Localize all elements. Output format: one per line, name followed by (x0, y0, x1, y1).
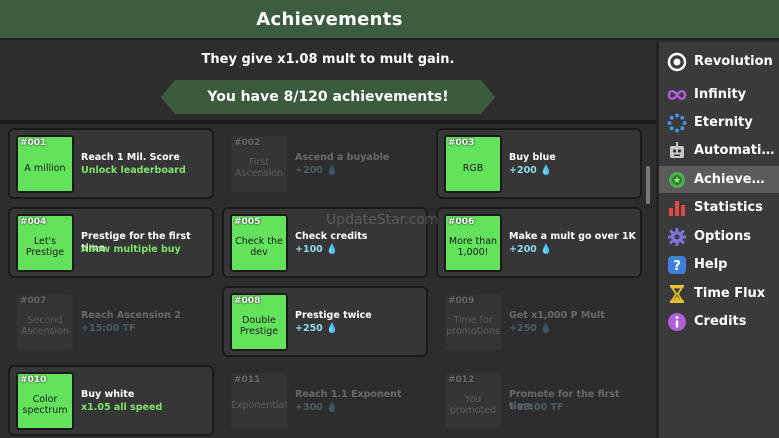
info-icon (667, 312, 687, 332)
achievement-desc: Buy white (81, 389, 135, 400)
achievement-card[interactable]: #011 Exponential Reach 1.1 Exponent +300… (222, 365, 428, 436)
infinity-icon (667, 85, 687, 105)
hourglass-icon (667, 284, 687, 304)
achievement-card[interactable]: #007 Second Ascension Reach Ascension 2 … (8, 286, 214, 357)
robot-icon (667, 141, 687, 161)
achievement-badge: #009 Time for promotions (444, 293, 502, 351)
app-window: Achievements They give x1.08 mult to mul… (0, 0, 779, 438)
divider (0, 120, 656, 124)
achievement-desc: Reach Ascension 2 (81, 310, 181, 321)
achievement-reward: +15:00 TF (509, 402, 564, 413)
achievement-badge: #011 Exponential (230, 372, 288, 430)
achievement-reward: +250 💧 (509, 323, 552, 334)
achievement-badge: #004 Let's Prestige (16, 214, 74, 272)
achievement-desc: Make a mult go over 1K (509, 231, 636, 242)
watermark: UpdateStar.com (326, 212, 439, 228)
achievement-desc: Reach 1 Mil. Score (81, 152, 180, 163)
achievement-reward: +300 💧 (295, 402, 338, 413)
achievement-badge: #012 You promoted (444, 372, 502, 430)
title-bar: Achievements (0, 0, 779, 40)
achievement-reward: Allow multiple buy (81, 244, 181, 255)
dots-ring-icon (667, 113, 687, 133)
achievement-desc: Reach 1.1 Exponent (295, 389, 402, 400)
sidebar-item-eternity[interactable]: Eternity (659, 109, 779, 136)
achievement-reward: Unlock leaderboard (81, 165, 186, 176)
achievement-reward: +200 💧 (509, 165, 552, 176)
achievements-panel: They give x1.08 mult to mult gain. You h… (0, 42, 656, 438)
scrollbar[interactable] (646, 166, 650, 204)
achievement-badge: #001 A million (16, 135, 74, 193)
achievement-reward: +200 💧 (509, 244, 552, 255)
sidebar-item-achievements[interactable]: Achievem... (659, 166, 779, 193)
achievement-card[interactable]: #009 Time for promotions Get x1,000 P Mu… (436, 286, 642, 357)
achievement-reward: +15:00 TF (81, 323, 136, 334)
sidebar-item-automations[interactable]: Automations (659, 137, 779, 164)
mult-info: They give x1.08 mult to mult gain. (201, 52, 455, 67)
achievement-reward: +250 💧 (295, 323, 338, 334)
achievement-badge: #003 RGB (444, 135, 502, 193)
achievement-desc: Check credits (295, 231, 368, 242)
achievement-desc: Prestige twice (295, 310, 372, 321)
achievement-badge: #007 Second Ascension (16, 293, 74, 351)
sidebar-item-help[interactable]: ? Help (659, 251, 779, 278)
sidebar-item-options[interactable]: Options (659, 223, 779, 250)
sidebar-item-infinity[interactable]: Infinity (659, 81, 779, 108)
achievement-count-ribbon: You have 8/120 achievements! (161, 80, 495, 114)
achievement-badge: #010 Color spectrum (16, 372, 74, 430)
ring-icon (667, 52, 687, 72)
sidebar-item-statistics[interactable]: Statistics (659, 194, 779, 221)
achievement-badge: #005 Check the dev (230, 214, 288, 272)
question-icon: ? (667, 255, 687, 275)
achievement-card[interactable]: #006 More than 1,000! Make a mult go ove… (436, 207, 642, 278)
achievement-reward: x1.05 all speed (81, 402, 163, 413)
sidebar: Revolution Infinity Eternity Automations… (656, 42, 779, 438)
sidebar-item-credits[interactable]: Credits (659, 308, 779, 335)
achievement-desc: Get x1,000 P Mult (509, 310, 605, 321)
bar-chart-icon (667, 198, 687, 218)
achievement-badge: #002 First Ascension (230, 135, 288, 193)
medal-icon (667, 170, 687, 190)
page-title: Achievements (256, 8, 403, 30)
sidebar-item-revolution[interactable]: Revolution (659, 48, 779, 75)
achievement-reward: +200 💧 (295, 165, 338, 176)
achievement-badge: #008 Double Prestige (230, 293, 288, 351)
achievement-desc: Buy blue (509, 152, 556, 163)
achievement-card[interactable]: #002 First Ascension Ascend a buyable +2… (222, 128, 428, 199)
achievement-card[interactable]: #008 Double Prestige Prestige twice +250… (222, 286, 428, 357)
achievement-card[interactable]: #010 Color spectrum Buy white x1.05 all … (8, 365, 214, 436)
achievement-badge: #006 More than 1,000! (444, 214, 502, 272)
svg-text:?: ? (673, 259, 681, 274)
achievement-reward: +100 💧 (295, 244, 338, 255)
sidebar-item-time-flux[interactable]: Time Flux (659, 280, 779, 307)
achievement-desc: Ascend a buyable (295, 152, 390, 163)
achievement-card[interactable]: #001 A million Reach 1 Mil. Score Unlock… (8, 128, 214, 199)
achievement-card[interactable]: #003 RGB Buy blue +200 💧 (436, 128, 642, 199)
achievement-card[interactable]: #012 You promoted Promote for the first … (436, 365, 642, 436)
gear-icon (667, 227, 687, 247)
achievement-card[interactable]: #004 Let's Prestige Prestige for the fir… (8, 207, 214, 278)
